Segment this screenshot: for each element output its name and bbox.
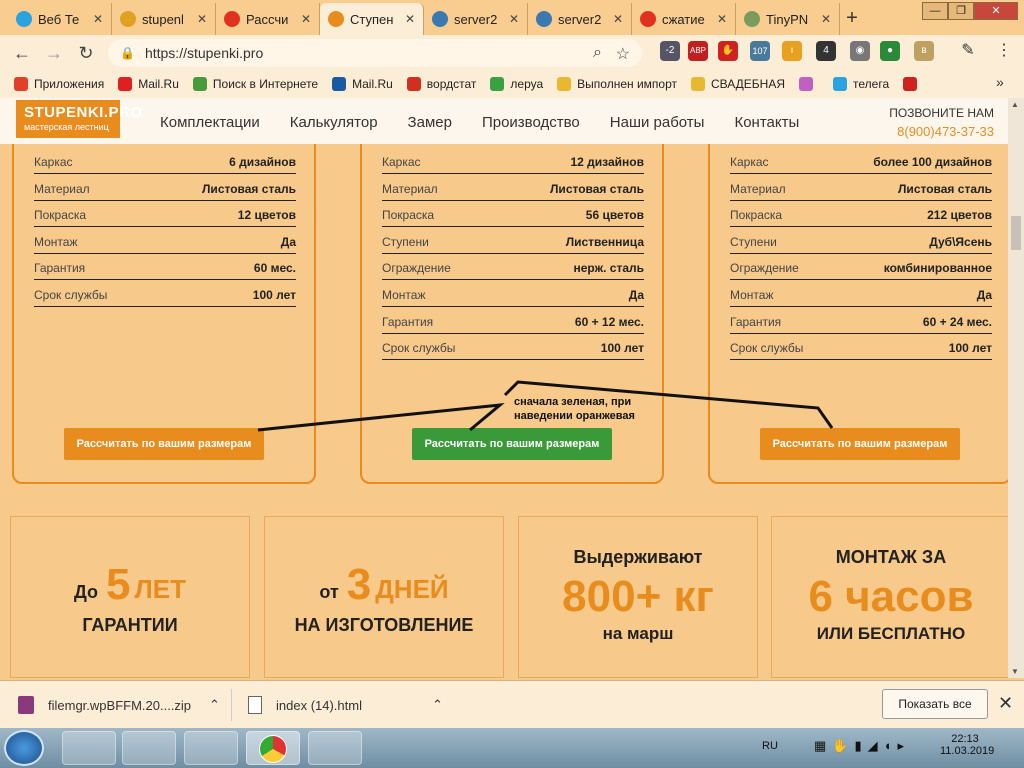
annotation-lines [257,380,834,432]
scroll-down-icon[interactable]: ▼ [1011,667,1019,676]
annotation-line-left [257,403,505,432]
download-item-html[interactable]: index (14).html ⌃ [248,681,443,729]
language-indicator[interactable]: RU [762,740,778,752]
archive-icon [18,696,34,714]
winrar-icon[interactable] [308,731,362,765]
clock-date: 11.03.2019 [940,745,995,757]
show-all-downloads-button[interactable]: Показать все [882,689,988,719]
chrome-icon[interactable] [246,731,300,765]
start-button[interactable] [4,730,44,766]
windows-taskbar: RU ▦✋▮◢◖▸ 22:13 11.03.2019 [0,728,1024,768]
calculator-icon[interactable] [184,731,238,765]
clock-time: 22:13 [951,733,979,745]
downloads-bar: filemgr.wpBFFM.20....zip ⌃ index (14).ht… [0,680,1024,728]
paint-icon[interactable] [62,731,116,765]
scroll-up-icon[interactable]: ▲ [1011,100,1019,109]
scroll-thumb[interactable] [1011,216,1021,250]
tray-icons[interactable]: ▦✋▮◢◖▸ [814,738,910,754]
download-filename: index (14).html [276,697,362,713]
download-item-zip[interactable]: filemgr.wpBFFM.20....zip ⌃ [18,681,220,729]
explorer-icon[interactable] [122,731,176,765]
chevron-up-icon[interactable]: ⌃ [209,697,220,713]
download-filename: filemgr.wpBFFM.20....zip [48,697,192,713]
annotation-note: сначала зеленая, при наведении оранжевая [514,396,635,422]
chevron-up-icon[interactable]: ⌃ [432,697,443,713]
close-downloads-icon[interactable]: ✕ [998,693,1013,714]
file-icon [248,696,262,714]
clock[interactable]: 22:13 11.03.2019 [940,733,995,757]
divider [231,689,232,721]
page-scrollbar[interactable]: ▲ ▼ [1008,98,1024,678]
